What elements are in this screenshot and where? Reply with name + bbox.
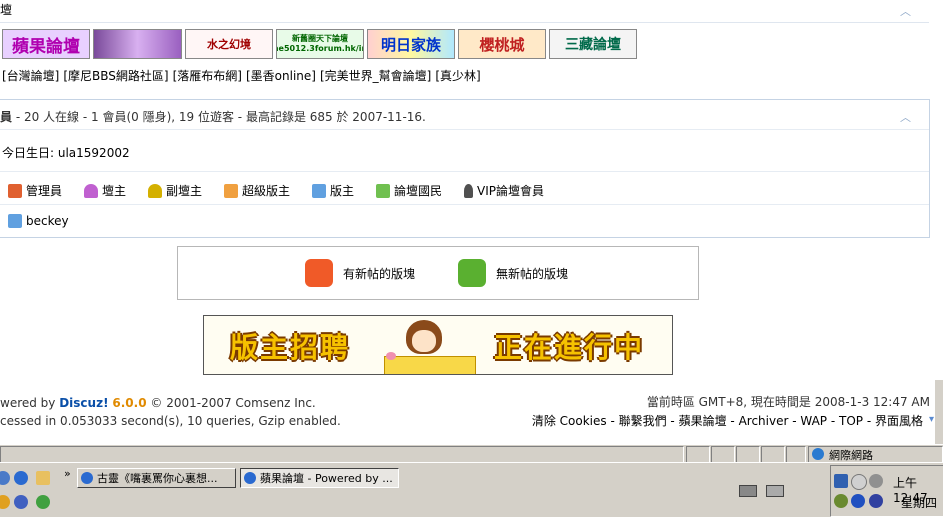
new-posts-icon — [305, 259, 333, 287]
messenger-icon[interactable] — [36, 495, 50, 509]
owner-icon — [84, 183, 98, 198]
network-icon[interactable] — [834, 474, 848, 488]
deputy-icon — [148, 183, 162, 198]
legend-mod: 版主 — [312, 182, 354, 199]
friend-links-title: 壇 — [0, 3, 13, 17]
super-mod-icon — [224, 183, 238, 198]
collapse-icon[interactable]: ︿ — [900, 112, 911, 123]
system-tray: 上午 12:47 星期四 — [830, 465, 943, 517]
legend-vip: VIP論壇會員 — [464, 182, 544, 199]
ie-icon — [81, 472, 93, 484]
legend-owner: 壇主 — [84, 182, 126, 199]
scrollbar-strip[interactable] — [935, 380, 943, 444]
friend-link[interactable]: [墨香online] — [246, 69, 316, 83]
friend-logo-1[interactable]: 蘋果論壇 — [2, 29, 90, 59]
tray-icon[interactable] — [851, 494, 865, 508]
mod-icon — [8, 214, 22, 228]
zone-label: 網際網路 — [829, 449, 873, 462]
ie-icon — [244, 472, 256, 484]
status-cell — [786, 446, 806, 463]
banner-girl-illustration — [384, 318, 476, 374]
ie-icon[interactable] — [14, 471, 28, 485]
friend-link[interactable]: [完美世界_幫會論壇] — [320, 69, 431, 83]
birthday-line: 今日生日: ula1592002 — [2, 146, 130, 160]
online-users-panel: 員 - 20 人在線 - 1 會員(0 隱身), 19 位遊客 - 最高記錄是 … — [0, 99, 930, 238]
friend-logo-2[interactable] — [93, 29, 182, 59]
taskbar-window-button-active[interactable]: 蘋果論壇 - Powered by ... — [240, 468, 399, 488]
forum-legend-box: 有新帖的版塊 無新帖的版塊 — [177, 246, 699, 300]
tray-icon[interactable] — [834, 494, 848, 508]
friend-link[interactable]: [落雁布布網] — [173, 69, 242, 83]
collapse-icon[interactable]: ︿ — [900, 6, 911, 17]
globe-icon — [812, 448, 824, 460]
star-icon[interactable] — [851, 474, 867, 490]
banner-left-text: 版主招聘 — [230, 331, 351, 364]
home-link[interactable]: 蘋果論壇 — [679, 414, 727, 428]
online-summary: 員 - 20 人在線 - 1 會員(0 隱身), 19 位遊客 - 最高記錄是 … — [0, 110, 426, 124]
keyboard-icon[interactable] — [739, 485, 757, 497]
zone-cell: 網際網路 — [808, 446, 943, 463]
friend-text-links: [台灣論壇] [摩尼BBS網路社區] [落雁布布網] [墨香online] [完美世界_… — [2, 67, 485, 84]
friend-link[interactable]: [摩尼BBS網路社區] — [63, 69, 168, 83]
new-posts-label: 有新帖的版塊 — [343, 267, 416, 281]
friend-logo-5[interactable]: 明日家族 — [367, 29, 455, 59]
legend-deputy: 副壇主 — [148, 182, 202, 199]
status-cell — [761, 446, 785, 463]
folder-icon[interactable] — [36, 471, 50, 485]
status-cell — [686, 446, 710, 463]
friend-links-header: 壇 ︿ — [0, 0, 929, 23]
tray-icon[interactable] — [869, 474, 883, 488]
style-link[interactable]: 界面風格 — [875, 414, 923, 428]
legend-admin: 管理員 — [8, 182, 62, 199]
media-icon[interactable] — [0, 495, 10, 509]
friend-link[interactable]: [台灣論壇] — [2, 69, 59, 83]
citizen-icon — [376, 183, 390, 198]
clear-cookies-link[interactable]: 清除 Cookies — [532, 414, 607, 428]
discuz-link[interactable]: Discuz! — [59, 396, 108, 410]
legend-citizen: 論壇國民 — [376, 182, 442, 199]
admin-icon — [8, 183, 22, 198]
quicklaunch-more-icon[interactable]: » — [64, 467, 71, 480]
status-cell — [711, 446, 735, 463]
archiver-link[interactable]: Archiver — [739, 414, 789, 428]
language-icon[interactable] — [766, 485, 784, 497]
weekday: 星期四 — [901, 496, 938, 510]
taskbar: » 古靈《嘴裏罵你心裏想... 蘋果論壇 - Powered by ... 上午… — [0, 462, 943, 517]
top-link[interactable]: TOP — [839, 414, 863, 428]
friend-logo-7[interactable]: 三藏論壇 — [549, 29, 637, 59]
no-new-posts-label: 無新帖的版塊 — [496, 267, 569, 281]
footer-powered: wered by Discuz! 6.0.0 © 2001-2007 Comse… — [0, 396, 316, 410]
wap-link[interactable]: WAP — [800, 414, 827, 428]
mod-icon — [312, 183, 326, 198]
no-new-posts-icon — [458, 259, 486, 287]
status-cell — [0, 446, 684, 463]
friend-logo-3[interactable]: 水之幻境 — [185, 29, 273, 59]
vip-icon — [464, 183, 473, 198]
footer-time: 當前時區 GMT+8, 現在時間是 2008-1-3 12:47 AM — [646, 395, 930, 409]
browser-status-bar: 網際網路 — [0, 444, 943, 463]
footer-processed: cessed in 0.053033 second(s), 10 queries… — [0, 414, 341, 428]
player-icon[interactable] — [14, 495, 28, 509]
legend-super-mod: 超級版主 — [224, 182, 290, 199]
friend-logo-6[interactable]: 櫻桃城 — [458, 29, 546, 59]
friend-logo-4[interactable]: 新舊圈天下論壇 he5012.3forum.hk/in — [276, 29, 364, 59]
friend-link[interactable]: [真少林] — [435, 69, 480, 83]
online-user[interactable]: beckey — [8, 214, 69, 228]
footer-links: 清除 Cookies - 聯繫我們 - 蘋果論壇 - Archiver - WA… — [531, 414, 923, 428]
quicklaunch-icon[interactable] — [0, 471, 10, 485]
banner-right-text: 正在進行中 — [494, 331, 645, 364]
taskbar-window-button[interactable]: 古靈《嘴裏罵你心裏想... — [77, 468, 236, 488]
tray-icon[interactable] — [869, 494, 883, 508]
contact-link[interactable]: 聯繫我們 — [619, 414, 667, 428]
style-dropdown-icon[interactable]: ▾ — [929, 414, 934, 425]
status-cell — [736, 446, 760, 463]
moderator-recruit-banner[interactable]: 版主招聘 正在進行中 — [203, 315, 673, 375]
